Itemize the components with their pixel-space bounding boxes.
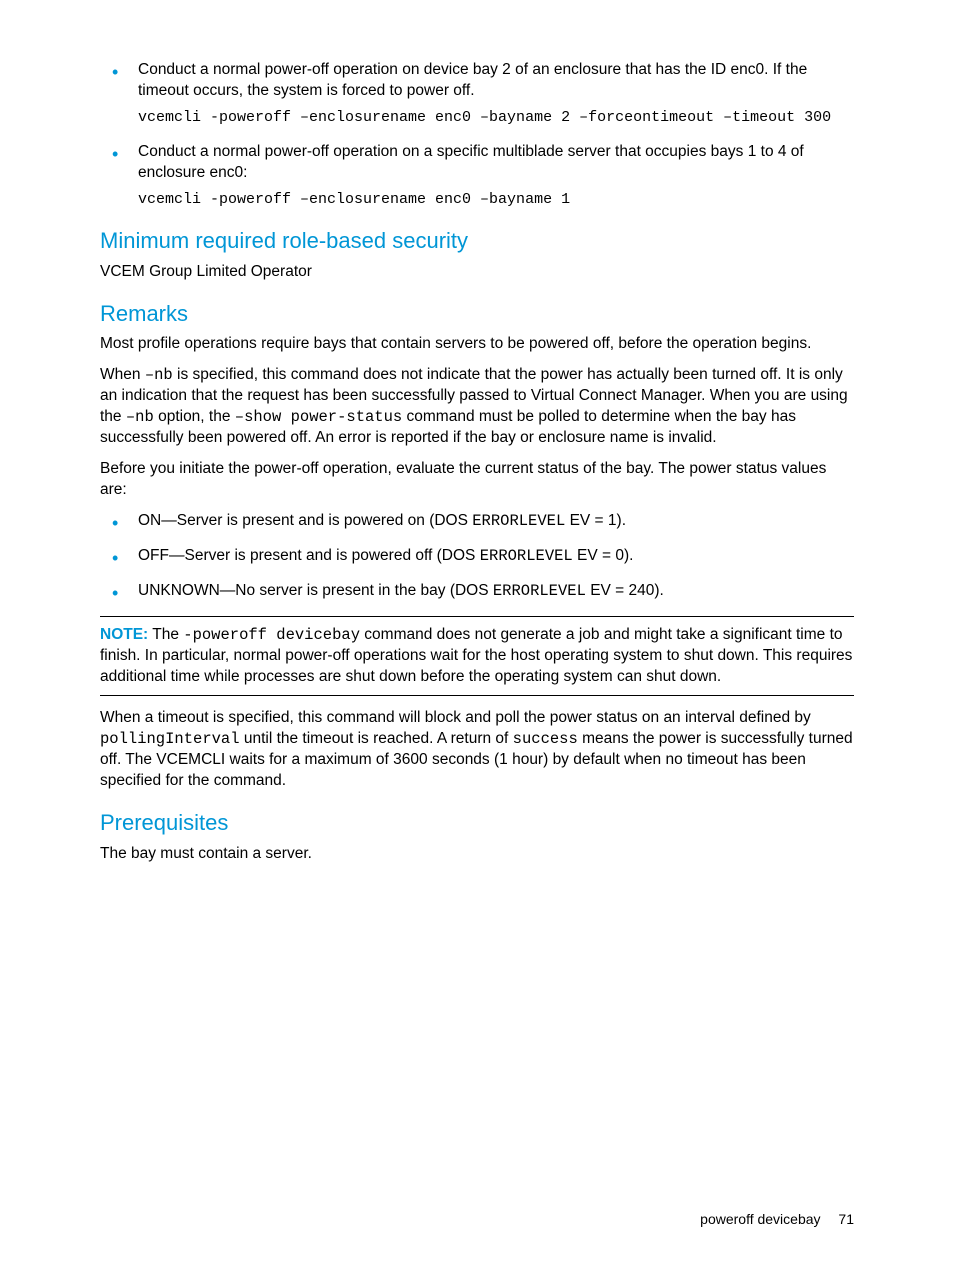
inline-code: pollingInterval: [100, 730, 240, 748]
text: When a timeout is specified, this comman…: [100, 709, 811, 726]
text: until the timeout is reached. A return o…: [240, 730, 513, 747]
security-heading: Minimum required role-based security: [100, 226, 854, 256]
prereq-heading: Prerequisites: [100, 808, 854, 838]
inline-code: –show power-status: [235, 408, 402, 426]
text: UNKNOWN—No server is present in the bay …: [138, 582, 493, 599]
prereq-body: The bay must contain a server.: [100, 844, 854, 865]
bullet-text: Conduct a normal power-off operation on …: [138, 61, 807, 99]
status-list: ON—Server is present and is powered on (…: [100, 511, 854, 602]
remarks-heading: Remarks: [100, 299, 854, 329]
inline-code: –nb: [126, 408, 154, 426]
text: The: [148, 626, 183, 643]
inline-code: ERRORLEVEL: [493, 582, 586, 600]
list-item: Conduct a normal power-off operation on …: [100, 142, 854, 210]
list-item: OFF—Server is present and is powered off…: [100, 546, 854, 567]
note-label: NOTE:: [100, 626, 148, 643]
text: EV = 1).: [565, 512, 626, 529]
footer-title: poweroff devicebay: [700, 1211, 820, 1227]
remarks-p2: When –nb is specified, this command does…: [100, 365, 854, 449]
text: ON—Server is present and is powered on (…: [138, 512, 472, 529]
page-number: 71: [838, 1211, 854, 1227]
remarks-p1: Most profile operations require bays tha…: [100, 334, 854, 355]
afternote-p: When a timeout is specified, this comman…: [100, 708, 854, 792]
list-item: UNKNOWN—No server is present in the bay …: [100, 581, 854, 602]
code-block: vcemcli -poweroff –enclosurename enc0 –b…: [138, 190, 854, 210]
inline-code: success: [513, 730, 578, 748]
list-item: Conduct a normal power-off operation on …: [100, 60, 854, 128]
example-list: Conduct a normal power-off operation on …: [100, 60, 854, 210]
security-body: VCEM Group Limited Operator: [100, 262, 854, 283]
text: option, the: [154, 408, 235, 425]
remarks-p3: Before you initiate the power-off operat…: [100, 459, 854, 501]
text: OFF—Server is present and is powered off…: [138, 547, 480, 564]
inline-code: -poweroff devicebay: [183, 626, 360, 644]
bullet-text: Conduct a normal power-off operation on …: [138, 143, 804, 181]
page-footer: poweroff devicebay 71: [700, 1210, 854, 1229]
inline-code: –nb: [145, 366, 173, 384]
text: When: [100, 366, 145, 383]
text: EV = 240).: [586, 582, 664, 599]
code-block: vcemcli -poweroff –enclosurename enc0 –b…: [138, 108, 854, 128]
list-item: ON—Server is present and is powered on (…: [100, 511, 854, 532]
inline-code: ERRORLEVEL: [480, 547, 573, 565]
note-block: NOTE: The -poweroff devicebay command do…: [100, 616, 854, 697]
inline-code: ERRORLEVEL: [472, 512, 565, 530]
text: EV = 0).: [573, 547, 634, 564]
